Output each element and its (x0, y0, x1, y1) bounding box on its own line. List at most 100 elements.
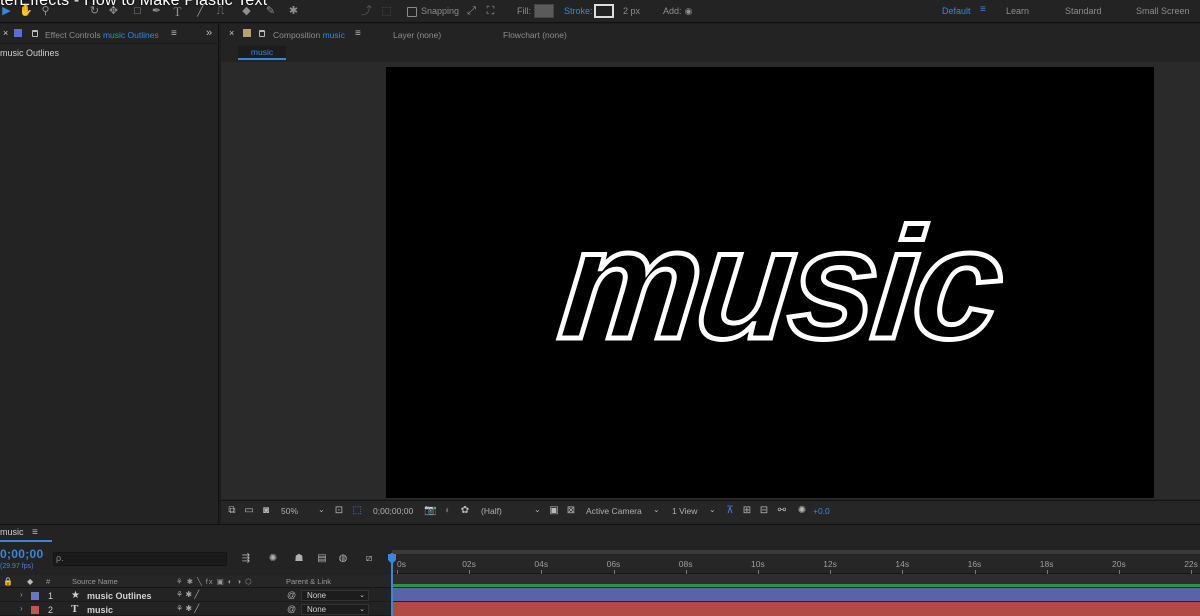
channel-rgb-icon[interactable]: ✿ (459, 505, 471, 516)
close-tab-icon[interactable]: × (3, 28, 8, 38)
close-comp-tab-icon[interactable]: × (229, 28, 234, 38)
puppet-pin-tool-icon[interactable]: ✱ (287, 5, 300, 18)
frame-blending-icon[interactable]: ▤ (315, 553, 329, 565)
layer-1-label-color[interactable] (31, 592, 39, 600)
axis-local-icon[interactable]: ⤴ (360, 5, 373, 18)
pan-behind-tool-icon[interactable]: ✥ (107, 5, 120, 18)
layer-tab[interactable]: Layer (none) (393, 30, 441, 40)
workspace-standard[interactable]: Standard (1065, 6, 1102, 16)
snap-edges-icon[interactable]: ⤢ (465, 5, 478, 18)
roto-brush-tool-icon[interactable]: ✎ (264, 5, 277, 18)
layer-2-duration-bar[interactable] (392, 602, 1200, 616)
stroke-width-value[interactable]: 2 px (623, 6, 640, 16)
shy-layers-icon[interactable]: ☗ (292, 553, 306, 565)
snapping-checkbox[interactable] (407, 7, 417, 17)
layer-1-name[interactable]: music Outlines (87, 591, 152, 601)
stroke-color-swatch[interactable] (594, 4, 614, 18)
comp-flowchart-icon[interactable]: ⚯ (776, 505, 788, 516)
view-layout-select[interactable]: 1 View (672, 506, 697, 516)
ruler-tick-label: 08s (678, 559, 693, 569)
ruler-tick-label: 22s (1184, 559, 1198, 569)
workspace-learn[interactable]: Learn (1006, 6, 1029, 16)
viewer-timecode[interactable]: 0;00;00;00 (373, 506, 413, 516)
motion-blur-icon[interactable]: ◍ (336, 553, 350, 565)
view-layout-dropdown-icon[interactable]: ⌄ (709, 505, 716, 514)
transparency-grid-icon[interactable]: ⊠ (565, 505, 577, 516)
flowchart-tab[interactable]: Flowchart (none) (503, 30, 567, 40)
time-navigator-bar[interactable] (392, 550, 1200, 554)
zoom-tool-icon[interactable]: ⚲ (39, 5, 52, 18)
layer-2-name[interactable]: music (87, 605, 113, 615)
layer-2-pickwhip-icon[interactable]: @ (287, 604, 296, 614)
layer-1-duration-bar[interactable] (392, 588, 1200, 601)
fill-color-swatch[interactable] (534, 4, 554, 18)
comp-panel-menu-icon[interactable]: ≡ (355, 28, 361, 39)
reset-exposure-icon[interactable]: ✺ (796, 505, 808, 516)
fit-icon[interactable]: ⊡ (333, 505, 345, 516)
expand-layer-2-icon[interactable]: › (20, 604, 23, 613)
eraser-tool-icon[interactable]: ◆ (240, 5, 253, 18)
expand-layer-1-icon[interactable]: › (20, 590, 23, 599)
number-column-header: # (46, 577, 51, 586)
snapshot-camera-icon[interactable]: 📷 (424, 505, 436, 516)
region-of-interest-icon[interactable]: ⬚ (351, 505, 363, 516)
timeline-link-icon[interactable]: ⊟ (758, 505, 770, 516)
add-property-icon[interactable]: ◉ (682, 5, 695, 18)
layer-2-label-color[interactable] (31, 606, 39, 614)
graph-editor-icon[interactable]: ⧄ (362, 553, 376, 565)
resolution-dropdown-icon[interactable]: ⌄ (534, 505, 541, 514)
clone-stamp-tool-icon[interactable]: ⎍ (214, 5, 227, 18)
orbit-tool-icon[interactable]: ↻ (88, 5, 101, 18)
snap-features-icon[interactable]: ⛶ (484, 5, 497, 18)
current-time-display[interactable]: 0;00;00 (0, 547, 43, 561)
rectangle-tool-icon[interactable]: □ (131, 5, 144, 18)
vr-goggles-icon[interactable]: ◙ (260, 505, 272, 516)
layer-1-pickwhip-icon[interactable]: @ (287, 590, 296, 600)
comp-navigator-tab[interactable]: music (238, 46, 286, 60)
work-area-bar[interactable] (392, 574, 1200, 584)
always-preview-icon[interactable]: ⧉ (226, 505, 238, 516)
pen-tool-icon[interactable]: ✒ (150, 5, 163, 18)
camera-select[interactable]: Active Camera (586, 506, 642, 516)
workspace-menu-icon[interactable]: ≡ (980, 4, 986, 15)
render-region-icon[interactable]: ⊞ (741, 505, 753, 516)
panel-menu-icon[interactable]: ≡ (171, 28, 177, 39)
show-snapshot-icon[interactable]: ◐ (442, 505, 454, 516)
toggle-pixel-aspect-icon[interactable]: ⊼ (724, 505, 736, 516)
source-name-header[interactable]: Source Name (72, 577, 118, 586)
hand-tool-icon[interactable]: ✋ (19, 5, 33, 18)
layer-2-parent-select[interactable]: None ⌄ (301, 604, 369, 615)
composition-tab[interactable]: Composition music (273, 30, 345, 40)
time-ruler[interactable] (392, 552, 1200, 574)
lock-icon[interactable] (32, 30, 38, 37)
panel-overflow-icon[interactable]: » (206, 27, 212, 39)
camera-dropdown-icon[interactable]: ⌄ (653, 505, 660, 514)
axis-world-icon[interactable]: ⬚ (380, 5, 393, 18)
layer-search-input[interactable]: ρ. (53, 552, 227, 566)
comp-lock-icon[interactable] (259, 30, 265, 37)
resolution-select[interactable]: (Half) (481, 506, 502, 516)
draft-3d-icon[interactable]: ✺ (266, 553, 280, 565)
type-tool-icon[interactable]: T (171, 5, 184, 18)
layer-1-parent-select[interactable]: None ⌄ (301, 590, 369, 601)
brush-tool-icon[interactable]: ╱ (194, 5, 207, 18)
comp-mini-flowchart-icon[interactable]: ⇶ (239, 553, 253, 565)
parent-link-header[interactable]: Parent & Link (286, 577, 331, 586)
selection-tool-icon[interactable]: ▶ (0, 5, 13, 18)
zoom-dropdown-icon[interactable]: ⌄ (318, 505, 325, 514)
workspace-default[interactable]: Default (942, 6, 971, 16)
exposure-value[interactable]: +0.0 (813, 506, 830, 516)
layer-1-number: 1 (48, 591, 54, 601)
layer-2-switches-icon[interactable]: ⚘ ✱ ╱ (176, 604, 199, 613)
workspace-small-screen[interactable]: Small Screen (1136, 6, 1190, 16)
display-icon[interactable]: ▭ (243, 505, 255, 516)
stroke-label[interactable]: Stroke: (564, 6, 593, 16)
text-layer-icon: T (71, 603, 79, 615)
zoom-level[interactable]: 50% (281, 506, 298, 516)
layer-1-switches-icon[interactable]: ⚘ ✱ ╱ (176, 590, 199, 599)
effect-controls-tab[interactable]: Effect Controls music Outlines (45, 30, 159, 40)
timeline-tab[interactable]: music ≡ (0, 527, 38, 538)
fast-previews-icon[interactable]: ▣ (548, 505, 560, 516)
snapping-label: Snapping (421, 6, 460, 16)
outlined-music-text[interactable]: music (386, 67, 1154, 498)
